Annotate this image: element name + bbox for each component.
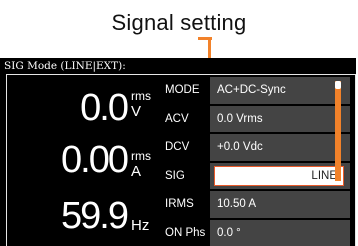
scrollbar-thumb[interactable] — [335, 81, 341, 89]
display-frame: 0.0 rms V 0.00 rms A 59.9 Hz MODE AC+DC-… — [6, 74, 356, 246]
param-value: +0.0 Vdc — [211, 134, 350, 161]
param-value-cell: LINE — [211, 162, 350, 189]
param-name: IRMS — [161, 191, 211, 218]
voltage-unit: V — [131, 103, 142, 120]
param-name: ON Phs — [161, 219, 211, 246]
frequency-unit: Hz — [131, 217, 150, 234]
param-name: SIG — [161, 162, 211, 189]
frequency-readout: 59.9 Hz — [7, 197, 173, 246]
frequency-value: 59.9 — [61, 195, 129, 237]
parameter-list: MODE AC+DC-Sync ACV 0.0 Vrms DCV +0.0 Vd… — [161, 77, 350, 246]
param-row-acv[interactable]: ACV 0.0 Vrms — [161, 105, 350, 132]
param-row-sig[interactable]: SIG LINE — [161, 162, 350, 189]
param-value: 0.0 ° — [211, 219, 350, 246]
param-row-mode[interactable]: MODE AC+DC-Sync — [161, 77, 350, 104]
param-row-irms[interactable]: IRMS 10.50 A — [161, 191, 350, 218]
current-readout: 0.00 rms A — [7, 141, 173, 197]
mode-bar-title: SIG Mode (LINE|EXT): — [0, 58, 356, 74]
sig-selected-value[interactable]: LINE — [214, 165, 344, 186]
param-name: DCV — [161, 134, 211, 161]
param-name: MODE — [161, 77, 211, 104]
scrollbar[interactable] — [335, 81, 341, 181]
current-unit-top: rms — [131, 149, 151, 163]
voltage-value: 0.0 — [80, 87, 129, 129]
param-value: 0.0 Vrms — [211, 105, 350, 132]
param-value: AC+DC-Sync — [211, 77, 350, 104]
instrument-screen: SIG Mode (LINE|EXT): 0.0 rms V 0.00 rms … — [0, 58, 356, 246]
param-row-on-phase[interactable]: ON Phs 0.0 ° — [161, 219, 350, 246]
param-value: 10.50 A — [211, 191, 350, 218]
current-unit: A — [131, 163, 142, 180]
voltage-readout: 0.0 rms V — [7, 81, 173, 137]
callout-label: Signal setting — [111, 10, 247, 35]
param-name: ACV — [161, 105, 211, 132]
current-value: 0.00 — [61, 139, 129, 181]
param-row-dcv[interactable]: DCV +0.0 Vdc — [161, 134, 350, 161]
voltage-unit-top: rms — [131, 89, 151, 103]
